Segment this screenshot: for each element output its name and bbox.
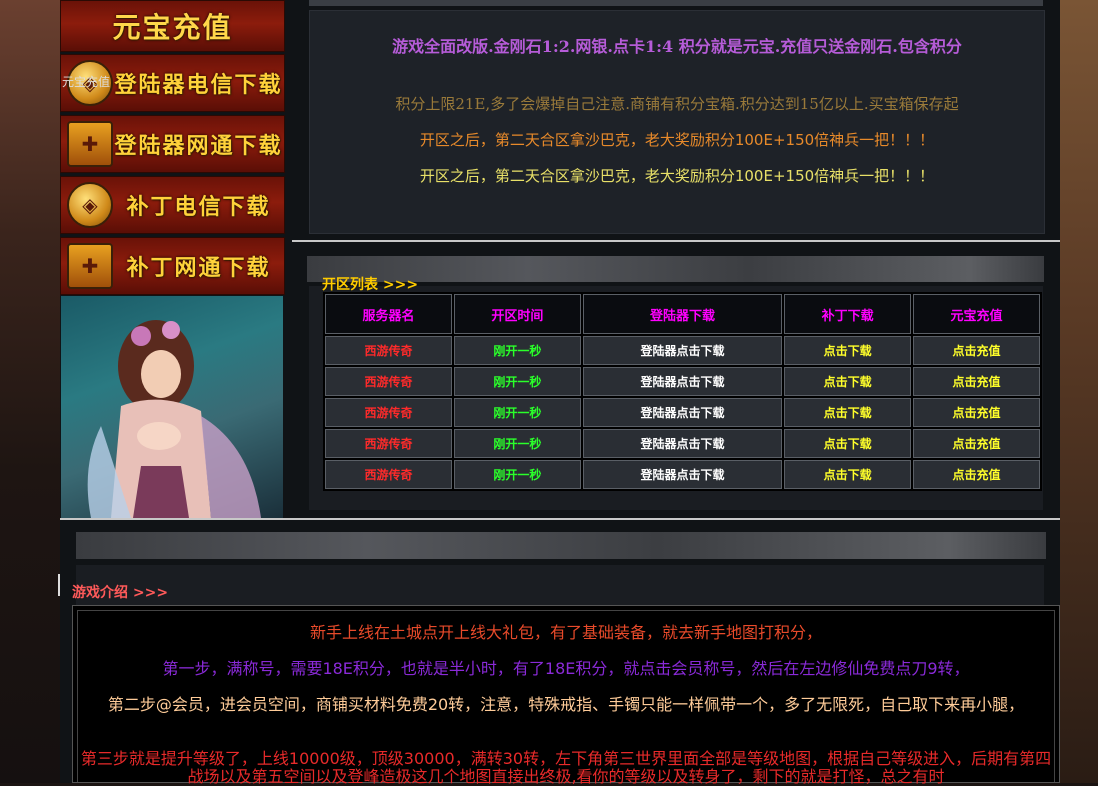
- table-header-row: 服务器名 开区时间 登陆器下载 补丁下载 元宝充值: [325, 294, 1040, 334]
- top-stone-strip: [309, 0, 1043, 6]
- background-left: [0, 0, 60, 783]
- launcher-netcom-download-button[interactable]: ✚ 登陆器网通下载: [60, 115, 285, 173]
- gift-box-icon: ✚: [67, 243, 113, 289]
- launcher-download-link[interactable]: 登陆器点击下载: [582, 367, 783, 396]
- notice-line-1: 游戏全面改版.金刚石1:2.网银.点卡1:4 积分就是元宝.充值只送金刚石.包含…: [392, 37, 962, 56]
- recharge-link[interactable]: 点击充值: [913, 336, 1040, 365]
- server-name-cell: 西游传奇: [325, 398, 452, 427]
- stone-header-bar: [76, 532, 1046, 559]
- text-cursor-marker: [58, 574, 60, 596]
- header-open-time: 开区时间: [453, 294, 581, 334]
- notice-line-3: 开区之后，第二天合区拿沙巴克，老大奖励积分100E+150倍神兵一把！！！: [419, 131, 935, 149]
- server-name-cell: 西游传奇: [325, 460, 452, 489]
- launcher-download-link[interactable]: 登陆器点击下载: [582, 429, 783, 458]
- table-row: 西游传奇 刚开一秒 登陆器点击下载 点击下载 点击充值: [325, 367, 1040, 396]
- recharge-banner-button[interactable]: 元宝充值: [60, 0, 285, 52]
- intro-paragraph-2: 第一步，满称号，需要18E积分，也就是半小时，有了18E积分，就点击会员称号，然…: [162, 659, 970, 678]
- table-row: 西游传奇 刚开一秒 登陆器点击下载 点击下载 点击充值: [325, 398, 1040, 427]
- header-recharge: 元宝充值: [913, 294, 1040, 334]
- recharge-link[interactable]: 点击充值: [913, 398, 1040, 427]
- notice-panel: 游戏全面改版.金刚石1:2.网银.点卡1:4 积分就是元宝.充值只送金刚石.包含…: [309, 10, 1045, 234]
- character-portrait-image: [61, 296, 283, 518]
- section-divider: [60, 518, 1060, 532]
- open-time-cell: 刚开一秒: [453, 398, 581, 427]
- table-row: 西游传奇 刚开一秒 登陆器点击下载 点击下载 点击充值: [325, 336, 1040, 365]
- broken-image-alt-text: 元宝充值: [62, 75, 111, 89]
- medal-icon: ◈: [67, 182, 113, 228]
- section-divider: [292, 240, 1060, 254]
- background-right: [1060, 0, 1098, 783]
- intro-paragraph-4: 第三步就是提升等级了，上线10000级，顶级30000，满转30转，左下角第三世…: [80, 749, 1052, 786]
- intro-header-panel: [76, 565, 1044, 605]
- notice-line-2: 积分上限21E,多了会爆掉自己注意.商铺有积分宝箱.积分达到15亿以上.买宝箱保…: [395, 95, 959, 113]
- launcher-download-link[interactable]: 登陆器点击下载: [582, 398, 783, 427]
- open-time-cell: 刚开一秒: [453, 460, 581, 489]
- server-table: 服务器名 开区时间 登陆器下载 补丁下载 元宝充值 西游传奇 刚开一秒 登陆器点…: [323, 292, 1042, 491]
- notice-line-4: 开区之后，第二天合区拿沙巴克，老大奖励积分100E+150倍神兵一把！！！: [419, 167, 935, 185]
- recharge-link[interactable]: 点击充值: [913, 367, 1040, 396]
- recharge-banner-label: 元宝充值: [112, 11, 233, 44]
- server-name-cell: 西游传奇: [325, 429, 452, 458]
- launcher-download-link[interactable]: 登陆器点击下载: [582, 336, 783, 365]
- patch-telecom-label: 补丁电信下载: [126, 194, 271, 220]
- patch-download-link[interactable]: 点击下载: [784, 367, 912, 396]
- patch-download-link[interactable]: 点击下载: [784, 429, 912, 458]
- table-row: 西游传奇 刚开一秒 登陆器点击下载 点击下载 点击充值: [325, 460, 1040, 489]
- patch-netcom-download-button[interactable]: ✚ 补丁网通下载: [60, 237, 285, 295]
- header-launcher-download: 登陆器下载: [582, 294, 783, 334]
- header-server-name: 服务器名: [325, 294, 452, 334]
- intro-title: 游戏介绍 >>>: [72, 585, 169, 601]
- server-list-title: 开区列表 >>>: [322, 277, 419, 293]
- gift-box-icon: ✚: [67, 121, 113, 167]
- launcher-telecom-label: 登陆器电信下载: [114, 72, 283, 98]
- launcher-download-link[interactable]: 登陆器点击下载: [582, 460, 783, 489]
- open-time-cell: 刚开一秒: [453, 429, 581, 458]
- intro-paragraph-1: 新手上线在土城点开上线大礼包，有了基础装备，就去新手地图打积分，: [309, 623, 822, 642]
- server-name-cell: 西游传奇: [325, 367, 452, 396]
- launcher-netcom-label: 登陆器网通下载: [114, 133, 283, 159]
- open-time-cell: 刚开一秒: [453, 336, 581, 365]
- patch-download-link[interactable]: 点击下载: [784, 336, 912, 365]
- patch-netcom-label: 补丁网通下载: [126, 255, 271, 281]
- patch-download-link[interactable]: 点击下载: [784, 398, 912, 427]
- open-time-cell: 刚开一秒: [453, 367, 581, 396]
- server-name-cell: 西游传奇: [325, 336, 452, 365]
- intro-panel: 新手上线在土城点开上线大礼包，有了基础装备，就去新手地图打积分， 第一步，满称号…: [72, 605, 1060, 786]
- intro-paragraph-3: 第二步@会员，进会员空间，商铺买材料免费20转，注意，特殊戒指、手镯只能一样佩带…: [107, 695, 1025, 714]
- patch-download-link[interactable]: 点击下载: [784, 460, 912, 489]
- recharge-link[interactable]: 点击充值: [913, 460, 1040, 489]
- recharge-link[interactable]: 点击充值: [913, 429, 1040, 458]
- table-row: 西游传奇 刚开一秒 登陆器点击下载 点击下载 点击充值: [325, 429, 1040, 458]
- header-patch-download: 补丁下载: [784, 294, 912, 334]
- patch-telecom-download-button[interactable]: ◈ 补丁电信下载: [60, 176, 285, 234]
